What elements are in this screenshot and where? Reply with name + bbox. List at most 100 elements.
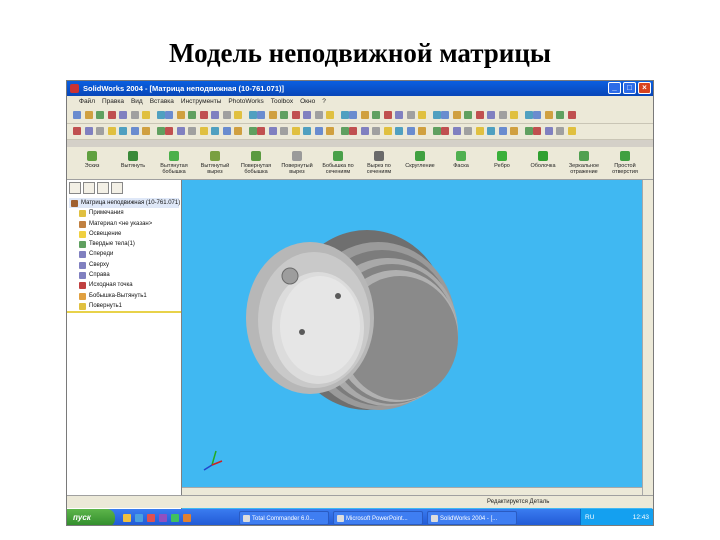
toolbar-tool-icon[interactable] [130, 127, 139, 135]
toolbar-tool-icon[interactable] [73, 127, 81, 135]
toolbar-tool-icon[interactable] [119, 127, 127, 135]
toolbar-tool-icon[interactable] [107, 111, 116, 119]
toolbar-tool-icon[interactable] [165, 127, 173, 135]
feature-tree-item[interactable]: Бобышка-Вытянуть1 [69, 291, 179, 301]
feature-tree-item[interactable]: Матрица неподвижная (10-761.071) [69, 198, 180, 209]
toolbar-tool-icon[interactable] [533, 111, 541, 119]
graphics-viewport[interactable] [182, 180, 652, 513]
menu-item[interactable]: Вид [131, 96, 143, 108]
feature-tree-item[interactable]: Твердые тела(1) [69, 239, 179, 249]
feature-tree-tab-icon[interactable] [69, 182, 81, 194]
command-button[interactable]: Вытянутая бобышка [153, 149, 195, 177]
toolbar-tool-icon[interactable] [176, 111, 185, 119]
toolbar-tool-icon[interactable] [360, 127, 369, 135]
menu-item[interactable]: Инструменты [181, 96, 222, 108]
quicklaunch-ie-icon[interactable] [135, 514, 143, 522]
toolbar-tool-icon[interactable] [556, 127, 564, 135]
menu-item[interactable]: Вставка [150, 96, 174, 108]
toolbar-tool-icon[interactable] [188, 111, 196, 119]
toolbar-tool-icon[interactable] [418, 111, 426, 119]
toolbar-tool-icon[interactable] [257, 111, 265, 119]
command-button[interactable]: Вырез по сечениям [358, 149, 400, 177]
toolbar-tool-icon[interactable] [248, 127, 257, 135]
toolbar-tool-icon[interactable] [107, 127, 116, 135]
toolbar-tool-icon[interactable] [199, 127, 208, 135]
toolbar-tool-icon[interactable] [280, 127, 288, 135]
toolbar-tool-icon[interactable] [222, 111, 231, 119]
command-button[interactable]: Простой отверстия [604, 149, 646, 177]
toolbar-tool-icon[interactable] [432, 111, 441, 119]
vertical-scrollbar[interactable] [642, 180, 653, 498]
command-button[interactable]: Скругление [399, 149, 441, 177]
command-button[interactable]: Оболочка [522, 149, 564, 177]
taskbar-task[interactable]: Total Commander 6.0... [239, 511, 329, 525]
menu-item[interactable]: Файл [79, 96, 95, 108]
toolbar-tool-icon[interactable] [349, 111, 357, 119]
toolbar-tool-icon[interactable] [567, 111, 576, 119]
feature-tree-item[interactable]: Материал <не указан> [69, 219, 179, 229]
toolbar-tool-icon[interactable] [257, 127, 265, 135]
toolbar-tool-icon[interactable] [130, 111, 139, 119]
toolbar-tool-icon[interactable] [452, 111, 461, 119]
toolbar-tool-icon[interactable] [498, 127, 507, 135]
toolbar-tool-icon[interactable] [498, 111, 507, 119]
toolbar-tool-icon[interactable] [326, 111, 334, 119]
toolbar-tool-icon[interactable] [475, 111, 484, 119]
command-button[interactable]: Ребро [481, 149, 523, 177]
property-tab-icon[interactable] [83, 182, 95, 194]
config-tab-icon[interactable] [97, 182, 109, 194]
taskbar-task[interactable]: SolidWorks 2004 - [... [427, 511, 517, 525]
toolbar-tool-icon[interactable] [524, 127, 533, 135]
toolbar-tool-icon[interactable] [211, 127, 219, 135]
toolbar-tool-icon[interactable] [303, 127, 311, 135]
toolbar-tool-icon[interactable] [84, 127, 93, 135]
toolbar-tool-icon[interactable] [165, 111, 173, 119]
feature-tree-item[interactable]: Исходная точка [69, 280, 179, 290]
menu-item[interactable]: Toolbox [271, 96, 293, 108]
toolbar-tool-icon[interactable] [142, 127, 150, 135]
toolbar-tool-icon[interactable] [84, 111, 93, 119]
toolbar-tool-icon[interactable] [314, 111, 323, 119]
toolbar-tool-icon[interactable] [418, 127, 426, 135]
feature-tree-item[interactable]: Сверху [69, 260, 179, 270]
toolbar-tool-icon[interactable] [567, 127, 576, 135]
command-button[interactable]: Эскиз [71, 149, 113, 177]
toolbar-tool-icon[interactable] [142, 111, 150, 119]
toolbar-tool-icon[interactable] [156, 127, 165, 135]
feature-tree-item[interactable]: Освещение [69, 229, 179, 239]
toolbar-tool-icon[interactable] [248, 111, 257, 119]
command-button[interactable]: Зеркальное отражение [563, 149, 605, 177]
toolbar-tool-icon[interactable] [487, 127, 495, 135]
command-button[interactable]: Вытянуть [112, 149, 154, 177]
command-button[interactable]: Вытянутый вырез [194, 149, 236, 177]
toolbar-tool-icon[interactable] [372, 111, 380, 119]
toolbar-tool-icon[interactable] [291, 127, 300, 135]
quicklaunch-opera-icon[interactable] [147, 514, 155, 522]
photoworks-tab-icon[interactable] [111, 182, 123, 194]
feature-tree-item[interactable]: Справа [69, 270, 179, 280]
toolbar-tool-icon[interactable] [340, 111, 349, 119]
minimize-button[interactable]: _ [608, 82, 621, 94]
toolbar-tool-icon[interactable] [96, 111, 104, 119]
toolbar-tool-icon[interactable] [96, 127, 104, 135]
menu-item[interactable]: ? [322, 96, 326, 108]
toolbar-tool-icon[interactable] [432, 127, 441, 135]
toolbar-tool-icon[interactable] [199, 111, 208, 119]
maximize-button[interactable]: □ [623, 82, 636, 94]
toolbar-tool-icon[interactable] [234, 111, 242, 119]
command-button[interactable]: Повернутая бобышка [235, 149, 277, 177]
toolbar-tool-icon[interactable] [211, 111, 219, 119]
toolbar-tool-icon[interactable] [280, 111, 288, 119]
feature-tree-item[interactable]: Спереди [69, 249, 179, 259]
toolbar-tool-icon[interactable] [383, 111, 392, 119]
toolbar-tool-icon[interactable] [475, 127, 484, 135]
toolbar-tool-icon[interactable] [383, 127, 392, 135]
toolbar-tool-icon[interactable] [510, 111, 518, 119]
toolbar-tool-icon[interactable] [349, 127, 357, 135]
command-button[interactable]: Фаска [440, 149, 482, 177]
toolbar-tool-icon[interactable] [268, 127, 277, 135]
toolbar-tool-icon[interactable] [314, 127, 323, 135]
toolbar-tool-icon[interactable] [303, 111, 311, 119]
toolbar-tool-icon[interactable] [441, 111, 449, 119]
toolbar-tool-icon[interactable] [556, 111, 564, 119]
